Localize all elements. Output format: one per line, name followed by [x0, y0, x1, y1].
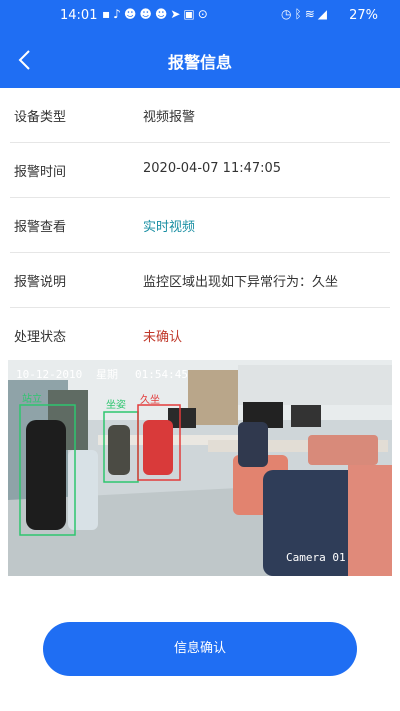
signal-icon: ◢	[317, 7, 330, 21]
location-icon: ⊙	[197, 7, 211, 21]
video-weekday: 星期	[96, 368, 118, 381]
image-icon: ▣	[183, 7, 198, 21]
detail-value: 2020-04-07 11:47:05	[143, 161, 282, 176]
video-time: 01:54:45	[135, 368, 188, 381]
detection-label: 久坐	[140, 394, 160, 406]
detail-row-device-type: 设备类型 视频报警	[10, 88, 390, 143]
detail-value: 视频报警	[143, 110, 196, 125]
tiktok-icon: ♪	[113, 7, 124, 21]
detection-label: 坐姿	[106, 398, 126, 411]
nav-bar: 报警信息	[0, 32, 400, 88]
system-icons: ◷ᛒ≋◢	[281, 7, 330, 21]
status-time: 14:01	[60, 8, 98, 23]
avatar-icon: ☻	[154, 7, 171, 21]
detail-row-alarm-view: 报警查看 实时视频	[10, 198, 390, 253]
detail-value: 监控区域出现如下异常行为：久坐	[143, 275, 339, 290]
detail-row-alarm-description: 报警说明 监控区域出现如下异常行为：久坐	[10, 253, 390, 308]
page-title: 报警信息	[167, 53, 232, 72]
avatar-icon: ☻	[123, 7, 140, 21]
detail-row-alarm-time: 报警时间 2020-04-07 11:47:05	[10, 143, 390, 198]
camera-label: Camera 01	[286, 551, 346, 564]
alarm-icon: ◷	[281, 7, 295, 21]
live-video-link[interactable]: 实时视频	[143, 216, 195, 235]
notification-icons: ▪♪☻☻☻➤▣⊙	[102, 7, 211, 21]
detection-label: 站立	[22, 392, 42, 405]
status-value: 未确认	[143, 330, 183, 345]
detail-row-status: 处理状态 未确认	[10, 308, 390, 362]
detail-label: 报警说明	[14, 275, 67, 290]
detail-label: 报警时间	[14, 165, 67, 180]
detail-label: 报警查看	[14, 220, 67, 235]
message-icon: ▪	[102, 7, 114, 21]
bluetooth-icon: ᛒ	[294, 7, 305, 21]
alarm-video-frame[interactable]: 站立 坐姿 久坐 10-12-2010 星期 01:54:45 Camera 0…	[8, 360, 392, 576]
status-bar: 14:01 ▪♪☻☻☻➤▣⊙ ◷ᛒ≋◢ 27%	[0, 0, 400, 32]
surveillance-snapshot: 站立 坐姿 久坐 10-12-2010 星期 01:54:45 Camera 0…	[8, 360, 392, 576]
battery-level: 27%	[349, 8, 378, 23]
video-date: 10-12-2010	[16, 368, 82, 381]
detail-label: 设备类型	[14, 110, 67, 125]
detail-label: 处理状态	[14, 330, 67, 345]
alarm-details: 设备类型 视频报警 报警时间 2020-04-07 11:47:05 报警查看 …	[0, 88, 400, 362]
telegram-icon: ➤	[170, 7, 184, 21]
confirm-button[interactable]: 信息确认	[43, 622, 357, 676]
avatar-icon: ☻	[139, 7, 155, 21]
wifi-icon: ≋	[304, 7, 318, 21]
